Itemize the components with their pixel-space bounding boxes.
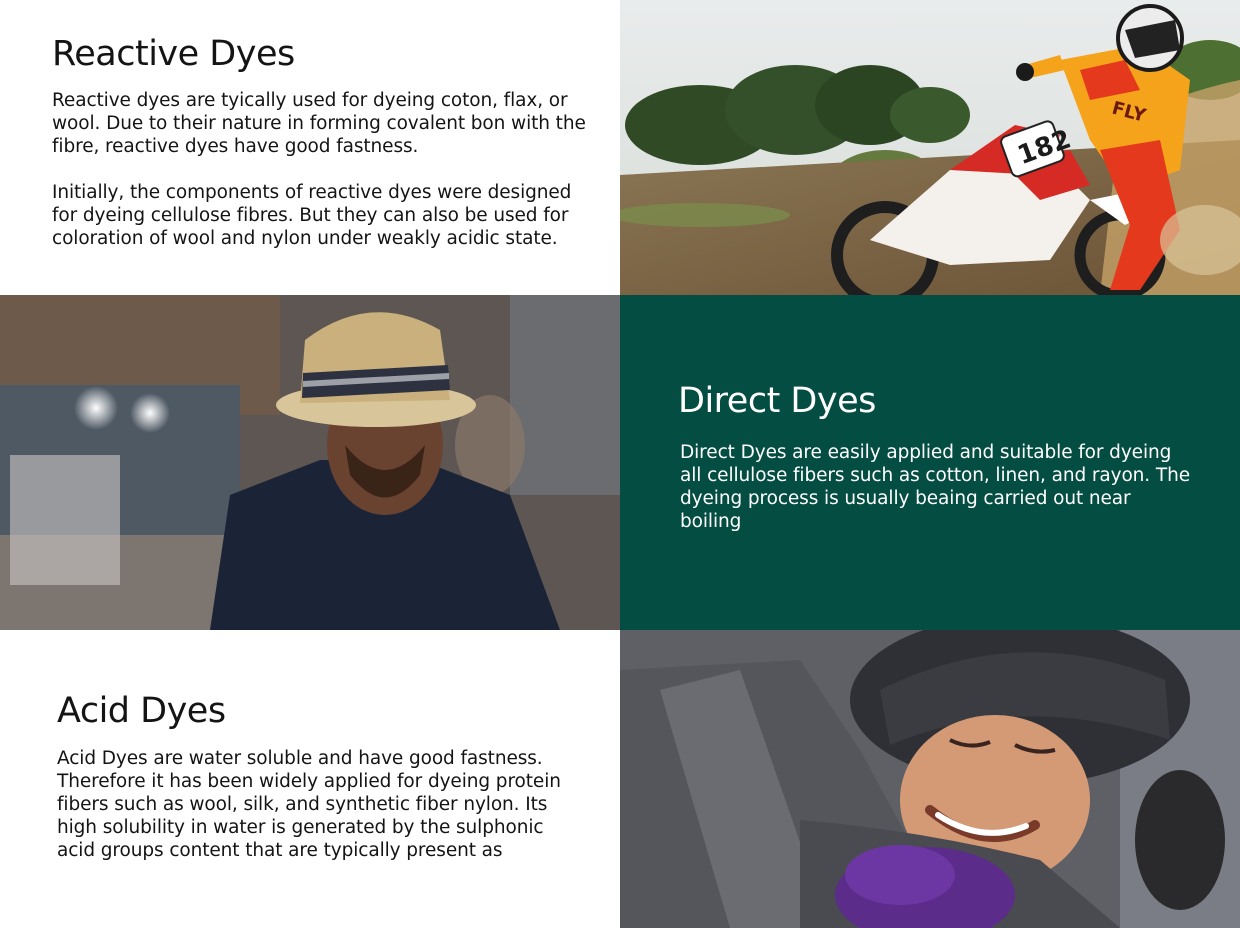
girl-winter-photo bbox=[620, 630, 1240, 928]
direct-dyes-panel: Direct Dyes Direct Dyes are easily appli… bbox=[620, 295, 1240, 630]
reactive-dyes-paragraph-1: Reactive dyes are tyically used for dyei… bbox=[52, 90, 586, 157]
acid-dyes-panel: Acid Dyes Acid Dyes are water soluble an… bbox=[0, 630, 620, 928]
acid-dyes-title: Acid Dyes bbox=[57, 691, 226, 731]
reactive-dyes-paragraph-2: Initially, the components of reactive dy… bbox=[52, 182, 572, 249]
reactive-dyes-panel: Reactive Dyes Reactive dyes are tyically… bbox=[0, 0, 620, 295]
man-with-hat-photo bbox=[0, 295, 620, 630]
acid-dyes-paragraph-1: Acid Dyes are water soluble and have goo… bbox=[57, 748, 561, 861]
reactive-dyes-body: Reactive dyes are tyically used for dyei… bbox=[52, 89, 592, 250]
direct-dyes-paragraph-1: Direct Dyes are easily applied and suita… bbox=[680, 442, 1190, 532]
reactive-dyes-title: Reactive Dyes bbox=[52, 34, 295, 74]
motocross-rider-photo: 182 FLY bbox=[620, 0, 1240, 295]
direct-dyes-title: Direct Dyes bbox=[678, 381, 876, 421]
